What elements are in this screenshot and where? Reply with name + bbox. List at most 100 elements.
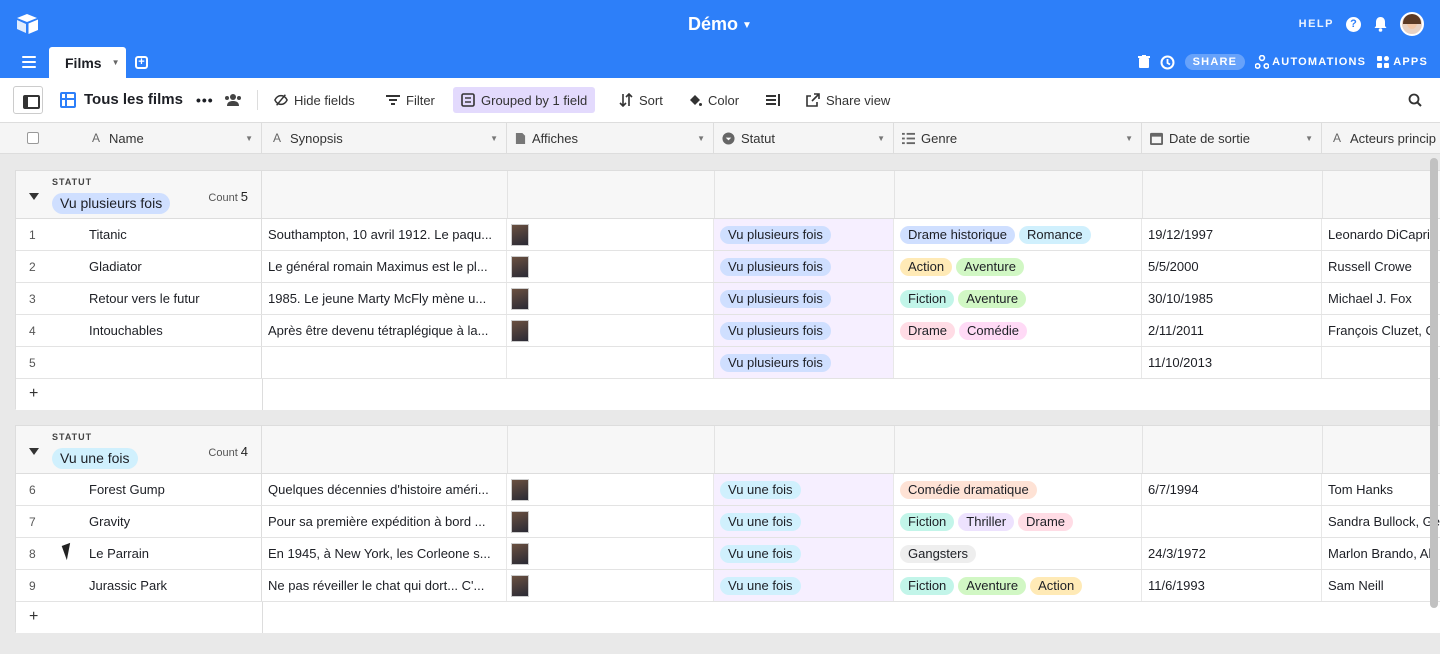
poster-thumbnail[interactable]: [511, 287, 529, 310]
poster-thumbnail[interactable]: [511, 223, 529, 246]
affiches-cell[interactable]: [507, 315, 714, 346]
statut-cell[interactable]: Vu une fois: [714, 538, 894, 569]
row-height-button[interactable]: [758, 87, 788, 113]
table-row[interactable]: 9 Jurassic Park Ne pas réveiller le chat q…: [16, 570, 1440, 602]
add-record-icon[interactable]: +: [29, 385, 38, 403]
search-icon[interactable]: [1408, 93, 1422, 107]
name-cell[interactable]: Retour vers le futur: [89, 283, 262, 314]
column-header-affiches[interactable]: Affiches ▼: [507, 123, 714, 153]
name-cell[interactable]: Intouchables: [89, 315, 262, 346]
date-cell[interactable]: 24/3/1972: [1142, 538, 1322, 569]
hide-fields-button[interactable]: Hide fields: [266, 87, 363, 113]
name-cell[interactable]: Forest Gump: [89, 474, 262, 505]
chevron-down-icon[interactable]: ▼: [1125, 134, 1133, 143]
acteurs-cell[interactable]: Leonardo DiCaprio: [1322, 219, 1440, 250]
help-icon[interactable]: ?: [1346, 16, 1361, 32]
affiches-cell[interactable]: [507, 538, 714, 569]
collapse-triangle-icon[interactable]: [29, 448, 39, 455]
chevron-down-icon[interactable]: ▼: [112, 58, 120, 67]
synopsis-cell[interactable]: [262, 347, 507, 378]
sidebar-toggle-button[interactable]: [13, 86, 43, 114]
column-header-statut[interactable]: Statut ▼: [714, 123, 894, 153]
synopsis-cell[interactable]: Quelques décennies d'histoire améri...: [262, 474, 507, 505]
table-row[interactable]: 3 Retour vers le futur 1985. Le jeune Mart…: [16, 283, 1440, 315]
chevron-down-icon[interactable]: ▼: [1305, 134, 1313, 143]
table-row[interactable]: 1 Titanic Southampton, 10 avril 1912. Le p…: [16, 219, 1440, 251]
genre-cell[interactable]: [894, 347, 1142, 378]
acteurs-cell[interactable]: Sam Neill: [1322, 570, 1440, 601]
affiches-cell[interactable]: [507, 506, 714, 537]
synopsis-cell[interactable]: 1985. Le jeune Marty McFly mène u...: [262, 283, 507, 314]
poster-thumbnail[interactable]: [511, 478, 529, 501]
collaborators-icon[interactable]: [224, 93, 242, 107]
date-cell[interactable]: 11/6/1993: [1142, 570, 1322, 601]
poster-thumbnail[interactable]: [511, 542, 529, 565]
poster-thumbnail[interactable]: [511, 319, 529, 342]
acteurs-cell[interactable]: Sandra Bullock, Ge: [1322, 506, 1440, 537]
group-header[interactable]: STATUT Vu une fois Count 4: [16, 426, 1440, 474]
table-row[interactable]: 7 Gravity Pour sa première expédition à bo…: [16, 506, 1440, 538]
share-view-button[interactable]: Share view: [798, 87, 898, 113]
airtable-logo-icon[interactable]: [16, 12, 40, 36]
menu-icon[interactable]: [22, 56, 36, 68]
trash-icon[interactable]: [1137, 55, 1150, 69]
apps-button[interactable]: APPS: [1376, 55, 1428, 69]
affiches-cell[interactable]: [507, 347, 714, 378]
base-title[interactable]: Démo ▼: [0, 14, 1440, 35]
synopsis-cell[interactable]: Après être devenu tétraplégique à la...: [262, 315, 507, 346]
acteurs-cell[interactable]: Tom Hanks: [1322, 474, 1440, 505]
help-link[interactable]: HELP: [1299, 18, 1334, 30]
statut-cell[interactable]: Vu plusieurs fois: [714, 347, 894, 378]
chevron-down-icon[interactable]: ▼: [490, 134, 498, 143]
statut-cell[interactable]: Vu plusieurs fois: [714, 251, 894, 282]
date-cell[interactable]: 5/5/2000: [1142, 251, 1322, 282]
acteurs-cell[interactable]: Marlon Brando, Al: [1322, 538, 1440, 569]
genre-cell[interactable]: Gangsters: [894, 538, 1142, 569]
name-cell[interactable]: Gladiator: [89, 251, 262, 282]
column-header-date[interactable]: Date de sortie ▼: [1142, 123, 1322, 153]
poster-thumbnail[interactable]: [511, 510, 529, 533]
statut-cell[interactable]: Vu une fois: [714, 474, 894, 505]
add-table-icon[interactable]: +: [135, 56, 148, 69]
automations-button[interactable]: AUTOMATIONS: [1255, 55, 1366, 69]
user-avatar[interactable]: [1400, 12, 1424, 36]
chevron-down-icon[interactable]: ▼: [245, 134, 253, 143]
chevron-down-icon[interactable]: ▼: [697, 134, 705, 143]
table-row[interactable]: 4 Intouchables Après être devenu tétraplég…: [16, 315, 1440, 347]
group-header[interactable]: STATUT Vu plusieurs fois Count 5: [16, 171, 1440, 219]
date-cell[interactable]: [1142, 506, 1322, 537]
add-record-row[interactable]: +: [16, 379, 1440, 410]
bell-icon[interactable]: [1373, 16, 1388, 32]
affiches-cell[interactable]: [507, 283, 714, 314]
sort-button[interactable]: Sort: [611, 87, 671, 113]
statut-cell[interactable]: Vu plusieurs fois: [714, 315, 894, 346]
group-button[interactable]: Grouped by 1 field: [453, 87, 596, 113]
acteurs-cell[interactable]: Michael J. Fox: [1322, 283, 1440, 314]
tab-films[interactable]: Films ▼: [49, 47, 126, 78]
name-cell[interactable]: Gravity: [89, 506, 262, 537]
column-header-acteurs[interactable]: A Acteurs princip: [1322, 123, 1440, 153]
date-cell[interactable]: 6/7/1994: [1142, 474, 1322, 505]
acteurs-cell[interactable]: Russell Crowe: [1322, 251, 1440, 282]
name-cell[interactable]: Titanic: [89, 219, 262, 250]
add-record-row[interactable]: +: [16, 602, 1440, 633]
column-header-name[interactable]: A Name ▼: [73, 123, 262, 153]
genre-cell[interactable]: Action Aventure: [894, 251, 1142, 282]
genre-cell[interactable]: Fiction Aventure: [894, 283, 1142, 314]
view-switcher[interactable]: Tous les films: [60, 91, 183, 108]
filter-button[interactable]: Filter: [378, 87, 443, 113]
add-record-icon[interactable]: +: [29, 608, 38, 626]
table-row[interactable]: 8 Le Parrain En 1945, à New York, les Corl…: [16, 538, 1440, 570]
acteurs-cell[interactable]: François Cluzet, O: [1322, 315, 1440, 346]
date-cell[interactable]: 30/10/1985: [1142, 283, 1322, 314]
date-cell[interactable]: 2/11/2011: [1142, 315, 1322, 346]
poster-thumbnail[interactable]: [511, 574, 529, 597]
history-icon[interactable]: [1160, 55, 1175, 70]
genre-cell[interactable]: Drame historique Romance: [894, 219, 1142, 250]
statut-cell[interactable]: Vu une fois: [714, 506, 894, 537]
vertical-scrollbar[interactable]: [1430, 158, 1438, 608]
synopsis-cell[interactable]: En 1945, à New York, les Corleone s...: [262, 538, 507, 569]
synopsis-cell[interactable]: Ne pas réveiller le chat qui dort... C'.…: [262, 570, 507, 601]
acteurs-cell[interactable]: [1322, 347, 1440, 378]
column-header-genre[interactable]: Genre ▼: [894, 123, 1142, 153]
